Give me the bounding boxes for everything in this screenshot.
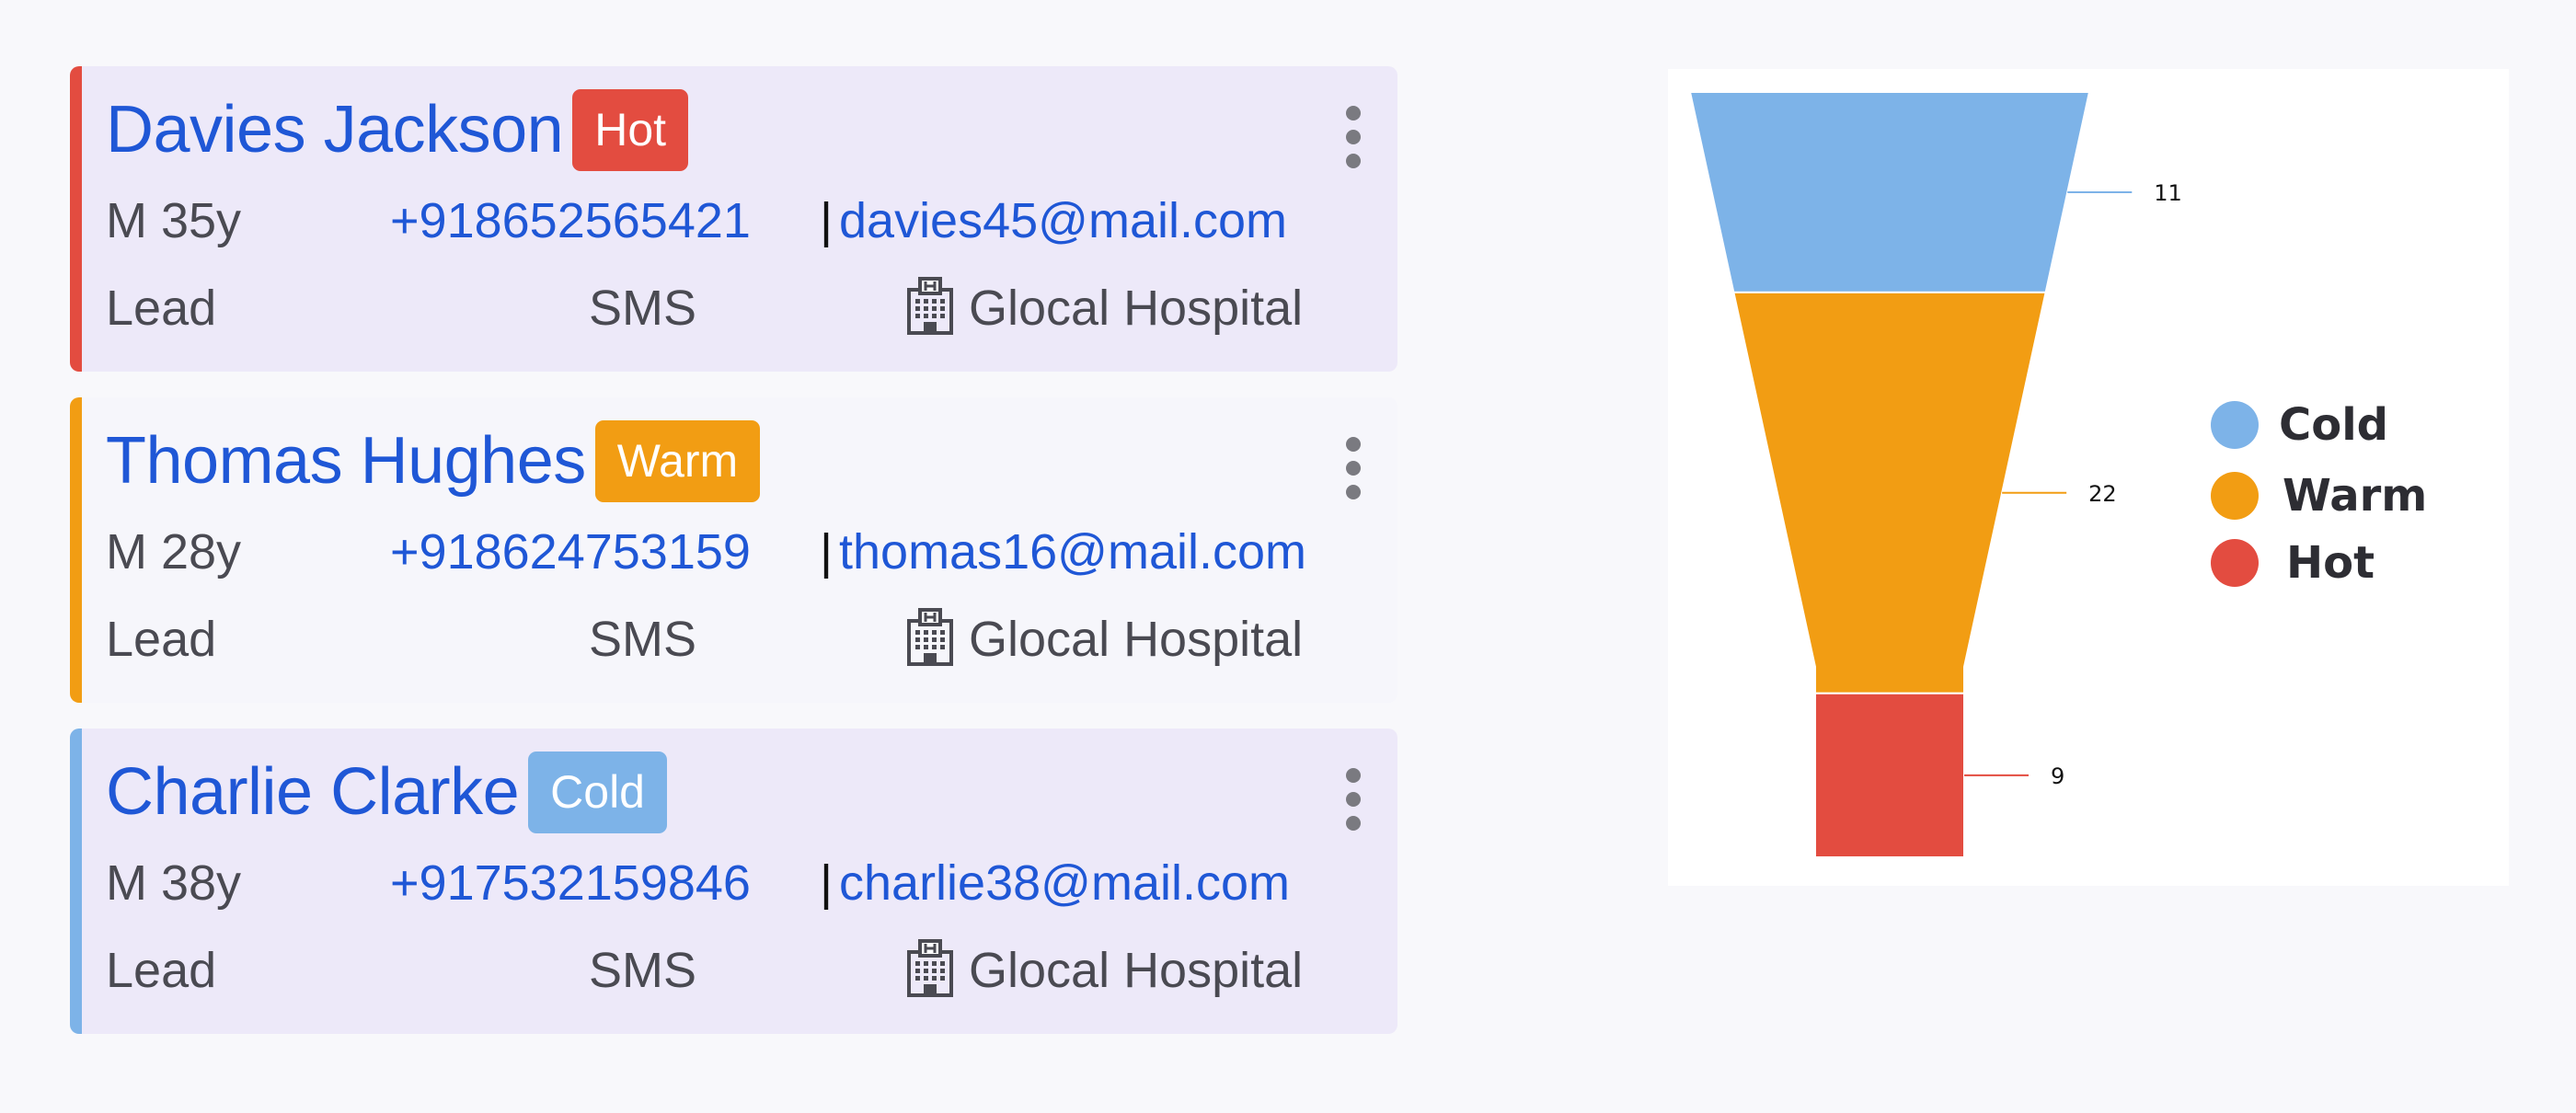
kebab-menu-icon[interactable] — [1344, 768, 1363, 831]
funnel-segment-cold[interactable] — [1688, 91, 2091, 293]
legend-swatch — [2211, 539, 2259, 587]
email-link[interactable]: thomas16@mail.com — [839, 522, 1306, 581]
meta-row: Lead SMS Glocal Hospital — [106, 608, 1397, 669]
legend-swatch — [2211, 401, 2259, 449]
lead-card[interactable]: Charlie Clarke Cold M 38y +917532159846 … — [70, 729, 1397, 1034]
data-label: 22 — [2088, 481, 2117, 507]
meta-row: Lead SMS Glocal Hospital — [106, 939, 1397, 1000]
lead-type: Lead — [106, 943, 217, 998]
data-label: 9 — [2051, 763, 2064, 789]
email-link[interactable]: davies45@mail.com — [839, 191, 1287, 250]
separator: | — [820, 193, 834, 248]
lead-card[interactable]: Davies Jackson Hot M 35y +918652565421 |… — [70, 66, 1397, 372]
contact-row: M 28y +918624753159 | thomas16@mail.com — [106, 522, 1397, 581]
lead-header: Thomas Hughes Warm — [106, 419, 761, 502]
lead-name[interactable]: Davies Jackson — [106, 88, 564, 171]
lead-type: Lead — [106, 612, 217, 667]
email-link[interactable]: charlie38@mail.com — [839, 854, 1290, 912]
contact-row: M 38y +917532159846 | charlie38@mail.com — [106, 854, 1397, 912]
contact-row: M 35y +918652565421 | davies45@mail.com — [106, 191, 1397, 250]
hospital-name: Glocal Hospital — [969, 612, 1304, 667]
hospital-building-icon — [907, 939, 953, 997]
kebab-menu-icon[interactable] — [1344, 437, 1363, 499]
lead-header: Davies Jackson Hot — [106, 88, 689, 171]
phone-link[interactable]: +917532159846 — [390, 854, 751, 912]
lead-type: Lead — [106, 281, 217, 336]
lead-channel: SMS — [589, 612, 697, 667]
meta-row: Lead SMS Glocal Hospital — [106, 277, 1397, 338]
hospital-building-icon — [907, 608, 953, 666]
gender-age: M 28y — [106, 524, 242, 579]
gender-age: M 35y — [106, 193, 242, 248]
lead-name[interactable]: Charlie Clarke — [106, 751, 520, 833]
hospital-name: Glocal Hospital — [969, 281, 1304, 336]
legend-label: Cold — [2279, 399, 2389, 451]
lead-card[interactable]: Thomas Hughes Warm M 28y +918624753159 |… — [70, 397, 1397, 703]
funnel-segment-hot[interactable] — [1814, 692, 1965, 858]
data-label: 11 — [2154, 180, 2182, 206]
phone-link[interactable]: +918652565421 — [390, 191, 751, 250]
hospital-building-icon — [907, 277, 953, 335]
legend-label: Warm — [2283, 470, 2428, 522]
lead-header: Charlie Clarke Cold — [106, 751, 667, 833]
legend-label: Hot — [2286, 537, 2375, 589]
legend-swatch — [2211, 472, 2259, 520]
legend-item-hot[interactable]: Hot — [2211, 535, 2375, 591]
status-badge: Warm — [594, 419, 761, 502]
funnel-segment-warm[interactable] — [1732, 291, 2047, 694]
gender-age: M 38y — [106, 855, 242, 911]
phone-link[interactable]: +918624753159 — [390, 522, 751, 581]
lead-name[interactable]: Thomas Hughes — [106, 419, 586, 502]
legend-item-warm[interactable]: Warm — [2211, 468, 2427, 523]
legend-item-cold[interactable]: Cold — [2211, 397, 2388, 453]
status-badge: Hot — [572, 88, 689, 171]
separator: | — [820, 524, 834, 579]
separator: | — [820, 855, 834, 911]
lead-channel: SMS — [589, 281, 697, 336]
lead-channel: SMS — [589, 943, 697, 998]
hospital-name: Glocal Hospital — [969, 943, 1304, 998]
status-badge: Cold — [528, 751, 667, 833]
kebab-menu-icon[interactable] — [1344, 106, 1363, 168]
